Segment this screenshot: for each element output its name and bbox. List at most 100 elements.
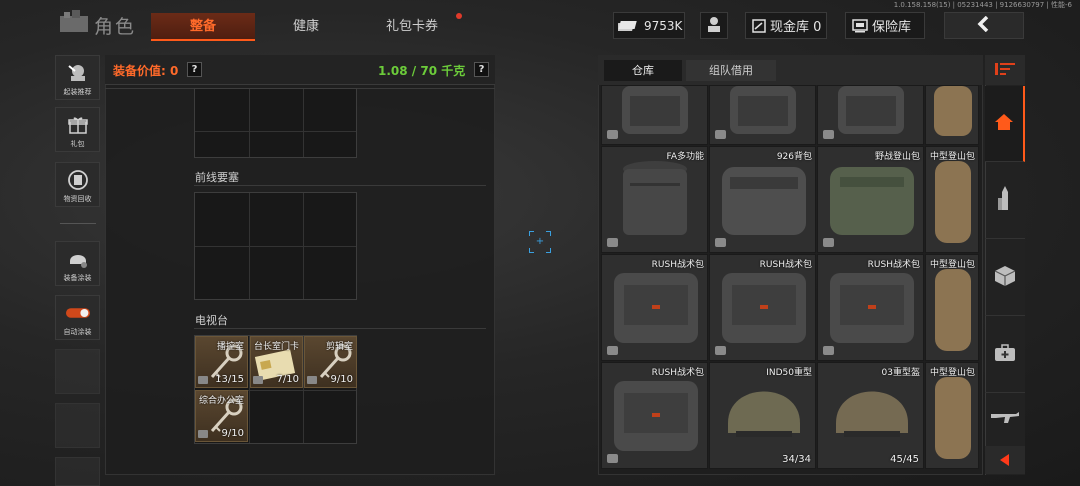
triangle-left-icon (1000, 451, 1010, 470)
warehouse-item[interactable]: 中型登山包 (925, 146, 979, 253)
category-all[interactable] (985, 86, 1025, 162)
cash-vault-button[interactable]: 现金库 0 (745, 12, 827, 39)
warehouse-item[interactable]: RUSH战术包 (601, 254, 708, 361)
tab-equip[interactable]: 整备 (151, 13, 255, 41)
warehouse-item[interactable] (925, 85, 979, 145)
warehouse-item[interactable]: IND50重型 34/34 (709, 362, 816, 469)
key-grid-frontline-fortress[interactable] (194, 192, 357, 300)
section-divider (194, 185, 486, 186)
warehouse-item[interactable] (601, 85, 708, 145)
category-weapons[interactable] (985, 394, 1025, 444)
tab-warehouse[interactable]: 仓库 (604, 60, 682, 81)
version-string: 1.0.158.158(15) | 05231443 | 9126630797 … (893, 1, 1072, 9)
item-tag-icon (823, 238, 834, 247)
tab-health[interactable]: 健康 (258, 13, 354, 41)
warehouse-item[interactable]: 中型登山包 (925, 254, 979, 361)
item-name: 中型登山包 (929, 152, 975, 162)
home-icon (994, 113, 1014, 135)
warehouse-item[interactable]: RUSH战术包 (817, 254, 924, 361)
box-icon (994, 265, 1016, 291)
recommend-loadout-button[interactable]: 起装推荐 (55, 55, 100, 100)
auto-paint-toggle[interactable]: 自动涂装 (55, 295, 100, 340)
safe-vault-label: 保险库 (872, 20, 912, 35)
key-item[interactable]: 综合办公室 9/10 (195, 390, 248, 442)
gift-button[interactable]: 礼包 (55, 107, 100, 152)
money-icon (616, 20, 638, 32)
key-durability: 7/10 (276, 374, 299, 385)
item-name: FA多功能 (666, 152, 704, 162)
warehouse-item[interactable]: FA多功能 (601, 146, 708, 253)
warehouse-item[interactable]: 926背包 (709, 146, 816, 253)
field-backpack-icon (830, 167, 914, 235)
tab-gift-cards[interactable]: 礼包卡券 (360, 13, 464, 41)
safe-vault-button[interactable]: 保险库 (845, 12, 925, 39)
key-name: 综合办公室 (198, 396, 244, 406)
item-name: 中型登山包 (929, 368, 975, 378)
item-tag-icon (715, 238, 726, 247)
tactical-bag-icon (614, 381, 698, 451)
item-name: 03重型盔 (881, 368, 920, 378)
character-logo-icon (58, 10, 90, 36)
equipment-value: 装备价值: 0 (113, 64, 179, 78)
category-medical[interactable] (985, 317, 1025, 393)
warehouse-item[interactable]: RUSH战术包 (709, 254, 816, 361)
sidebar-empty-slot (55, 349, 100, 394)
warehouse-item[interactable] (817, 85, 924, 145)
money-display[interactable]: 9753K (613, 12, 685, 39)
backpack-icon (722, 167, 806, 235)
paint-equipment-button[interactable]: 装备涂装 (55, 241, 100, 286)
warehouse-item[interactable]: 野战登山包 (817, 146, 924, 253)
recommend-loadout-icon (66, 62, 90, 84)
category-ammo[interactable] (985, 163, 1025, 239)
key-item[interactable]: 台长室门卡 7/10 (250, 336, 303, 388)
hiking-pack-icon (935, 161, 971, 243)
sidebar-empty-slot (55, 457, 100, 486)
money-value: 9753K (644, 18, 683, 33)
key-name: 剪辑室 (325, 342, 353, 352)
category-supplies[interactable] (985, 240, 1025, 316)
item-durability: 34/34 (782, 454, 811, 465)
warehouse-item[interactable]: RUSH战术包 (601, 362, 708, 469)
weight-help-button[interactable]: ? (474, 62, 489, 77)
section-label-frontline-fortress: 前线要塞 (195, 171, 239, 184)
item-name: RUSH战术包 (867, 260, 920, 270)
rifle-icon (990, 409, 1020, 429)
hiking-pack-icon (935, 269, 971, 351)
tab-team-borrow[interactable]: 组队借用 (686, 60, 776, 81)
sidebar-empty-slot (55, 403, 100, 448)
item-tag-icon (823, 346, 834, 355)
expand-icon[interactable]: + (529, 231, 551, 253)
key-item[interactable]: 剪辑室 9/10 (304, 336, 357, 388)
warehouse-item[interactable] (709, 85, 816, 145)
safe-vault-icon (852, 18, 868, 33)
warehouse-item[interactable]: 03重型盔 45/45 (817, 362, 924, 469)
cash-vault-label: 现金库 0 (770, 20, 822, 35)
key-name: 播控室 (216, 342, 244, 352)
medkit-icon (994, 343, 1016, 366)
item-durability: 45/45 (890, 454, 919, 465)
recycle-button[interactable]: 物资回收 (55, 162, 100, 207)
hiking-pack-icon (934, 86, 972, 136)
tactical-bag-icon (722, 273, 806, 343)
key-durability: 13/15 (215, 374, 244, 385)
collapse-strip-button[interactable] (985, 446, 1025, 474)
tactical-bag-icon (614, 273, 698, 343)
recycle-icon (66, 169, 90, 191)
operator-avatar-icon (705, 15, 723, 36)
key-durability: 9/10 (330, 374, 353, 385)
key-name: 台长室门卡 (253, 342, 299, 352)
profile-button[interactable] (700, 12, 728, 39)
key-grid-top[interactable] (194, 88, 357, 158)
key-item[interactable]: 播控室 13/15 (195, 336, 248, 388)
multifunction-bag-icon (623, 161, 687, 235)
auto-paint-label: 自动涂装 (63, 328, 92, 336)
warehouse-item[interactable]: 中型登山包 (925, 362, 979, 469)
item-name: RUSH战术包 (651, 260, 704, 270)
item-name: IND50重型 (766, 368, 812, 378)
item-name: RUSH战术包 (651, 368, 704, 378)
page-title: 角色 (94, 16, 137, 38)
equipment-value-help-button[interactable]: ? (187, 62, 202, 77)
back-button[interactable] (944, 12, 1024, 39)
sort-button[interactable] (985, 55, 1025, 85)
back-arrow-icon (976, 15, 992, 35)
